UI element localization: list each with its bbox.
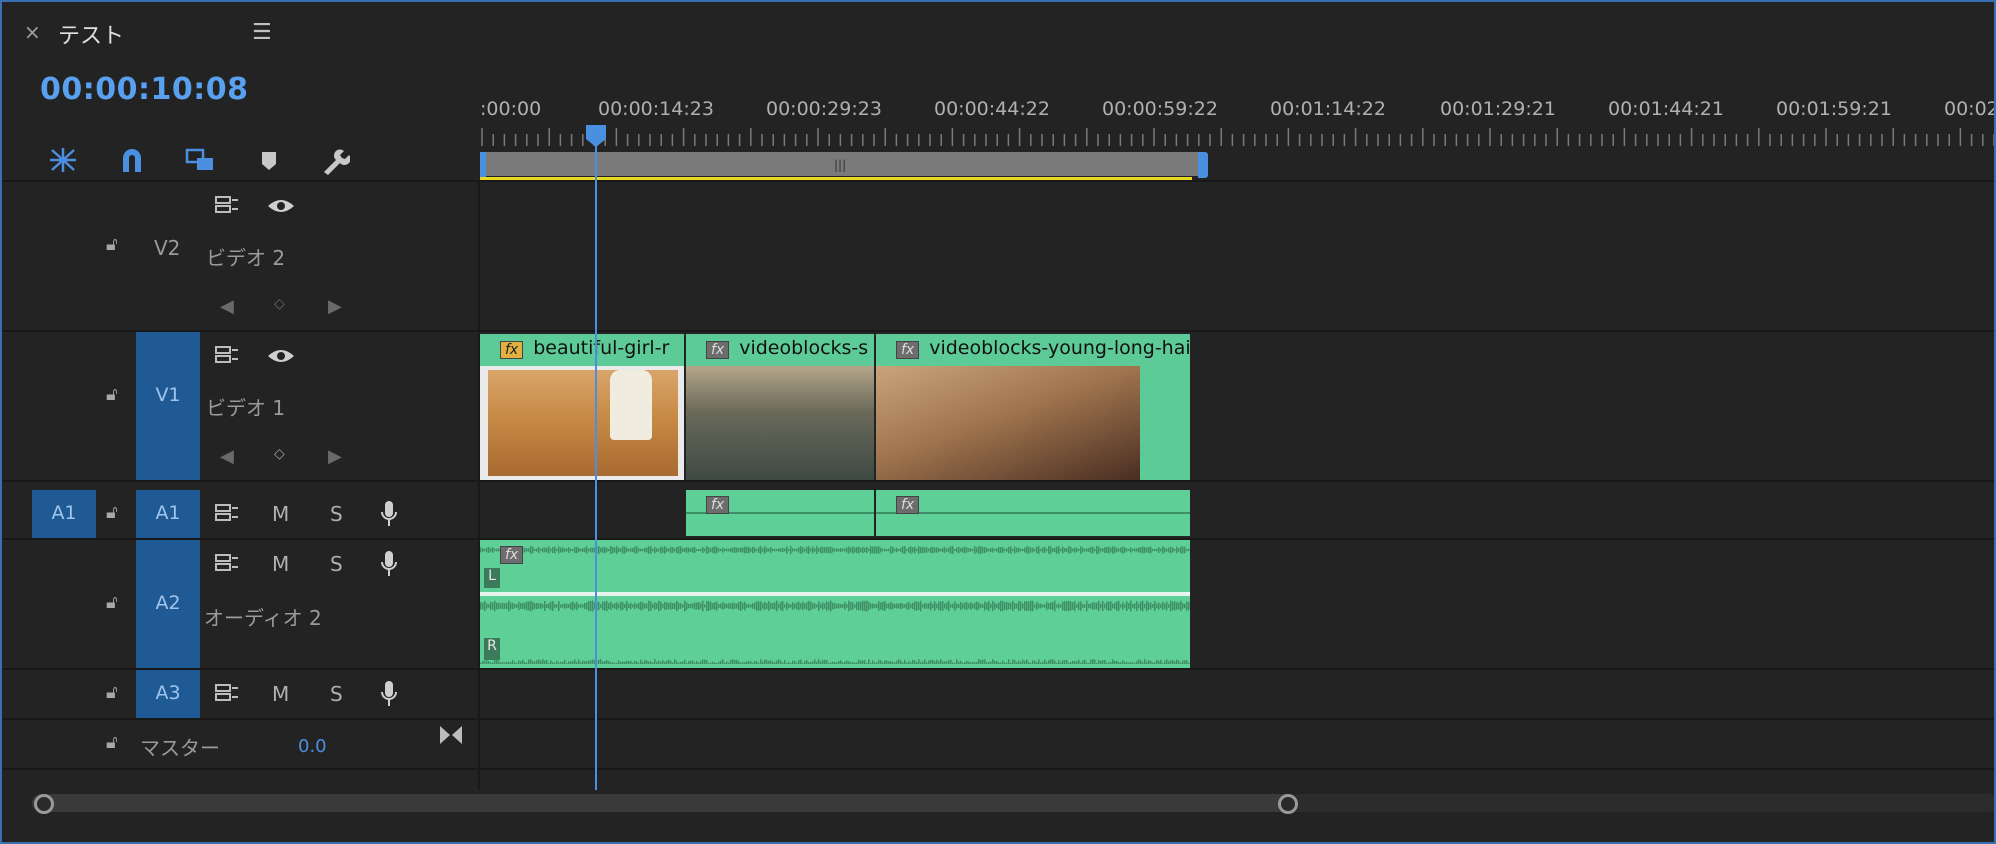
next-keyframe-icon[interactable]: ▶ [328,446,342,467]
clip-label: videoblocks-s [739,337,869,359]
zoom-handle-left[interactable] [34,794,54,814]
timeline-panel: × テスト ☰ 00:00:10:08 :00:00 00:00:14:23 0… [0,0,1996,844]
next-keyframe-icon[interactable]: ▶ [328,296,342,317]
ruler-label: 00:01:44:21 [1608,98,1724,120]
clip-tail [1140,366,1190,480]
audio-clip[interactable]: fx [876,490,1190,536]
timeline-settings-wrench-icon[interactable] [320,146,351,176]
track-name-master: マスター [140,736,220,760]
video-clip[interactable]: fx videoblocks-s [686,334,874,366]
go-to-in-out-icon[interactable] [438,724,464,746]
clip-thumbnail [480,366,684,480]
track-target-a3[interactable]: A3 [136,670,200,718]
solo-button[interactable]: S [330,502,343,526]
panel-menu-icon[interactable]: ☰ [252,20,272,45]
mute-button[interactable]: M [272,502,289,526]
linked-selection-icon[interactable] [184,146,216,174]
voice-over-record-mic-icon[interactable] [380,550,398,578]
toggle-sync-lock-icon[interactable] [214,502,240,524]
sequence-tab-title[interactable]: テスト [58,18,124,50]
ruler-label: 00:01:29:21 [1440,98,1556,120]
ruler-label: 00:00:14:23 [598,98,714,120]
track-divider [2,668,1994,670]
track-id-v2[interactable]: V2 [154,236,180,260]
playhead-handle[interactable] [585,124,607,148]
ruler-label: 00:01:59:21 [1776,98,1892,120]
solo-button[interactable]: S [330,552,343,576]
lock-icon[interactable]: 🔓︎ [106,384,118,405]
add-keyframe-icon[interactable]: ◇ [274,296,285,312]
track-target-v1[interactable]: V1 [136,332,200,480]
track-divider [2,768,1994,770]
track-divider [2,718,1994,720]
track-divider [2,480,1994,482]
clip-label: beautiful-girl-r [533,337,670,359]
track-header-column [2,182,480,790]
add-marker-icon[interactable] [260,150,278,172]
mute-button[interactable]: M [272,552,289,576]
prev-keyframe-icon[interactable]: ◀ [220,446,234,467]
nest-sequence-icon[interactable] [48,146,78,174]
prev-keyframe-icon[interactable]: ◀ [220,296,234,317]
audio-clip-stereo[interactable]: fx L R [480,540,1190,668]
ruler-label: 00:00:44:22 [934,98,1050,120]
zoom-scrollbar-thumb[interactable] [32,794,1294,812]
video-clip[interactable]: fx videoblocks-young-long-hai [876,334,1190,366]
track-name-v1: ビデオ 1 [206,396,286,420]
fx-badge: fx [500,341,524,359]
lock-icon[interactable]: 🔓︎ [106,732,118,753]
left-channel-label: L [484,568,500,588]
waveform [480,546,1190,664]
zoom-handle-right[interactable] [1278,794,1298,814]
fx-badge: fx [896,341,920,359]
track-name-v2: ビデオ 2 [206,246,286,270]
voice-over-record-mic-icon[interactable] [380,500,398,528]
audio-clip[interactable]: fx [686,490,874,536]
ruler-label: :00:00 [480,98,542,120]
ruler-label: 00:00:59:22 [1102,98,1218,120]
work-area-grip[interactable]: ||| [834,158,846,172]
lock-icon[interactable]: 🔓︎ [106,502,118,523]
toggle-output-eye-icon[interactable] [266,196,296,216]
video-clip[interactable]: fx beautiful-girl-r [480,334,684,366]
track-target-a2[interactable]: A2 [136,540,200,668]
fx-badge: fx [706,341,730,359]
toggle-output-eye-icon[interactable] [266,346,296,366]
toggle-sync-lock-icon[interactable] [214,552,240,574]
clip-thumbnail [876,366,1140,480]
timeline-area [480,182,1994,790]
source-patch-a1[interactable]: A1 [32,490,96,538]
lock-icon[interactable]: 🔓︎ [106,234,118,255]
toggle-sync-lock-icon[interactable] [214,344,240,366]
lock-icon[interactable]: 🔓︎ [106,592,118,613]
close-icon[interactable]: × [24,20,41,44]
fx-badge: fx [500,546,524,564]
voice-over-record-mic-icon[interactable] [380,680,398,708]
fx-badge: fx [706,496,730,514]
toggle-sync-lock-icon[interactable] [214,194,240,216]
lock-icon[interactable]: 🔓︎ [106,682,118,703]
track-divider [2,330,1994,332]
ruler-label: 00:01:14:22 [1270,98,1386,120]
fx-badge: fx [896,496,920,514]
clip-label: videoblocks-young-long-hai [929,337,1190,359]
right-channel-label: R [484,638,500,660]
ruler-label: 00:02: [1944,98,1994,120]
master-volume-value[interactable]: 0.0 [298,736,327,757]
time-ruler[interactable] [480,126,1996,148]
ruler-label: 00:00:29:23 [766,98,882,120]
work-area-start-handle[interactable] [480,152,486,178]
clip-thumbnail [686,366,874,480]
track-target-a1[interactable]: A1 [136,490,200,538]
add-keyframe-icon[interactable]: ◇ [274,446,285,462]
work-area-end-handle[interactable] [1198,152,1208,178]
snap-magnet-icon[interactable] [118,146,146,174]
playhead-timecode[interactable]: 00:00:10:08 [40,72,248,107]
playhead-line[interactable] [595,146,597,790]
toggle-sync-lock-icon[interactable] [214,682,240,704]
solo-button[interactable]: S [330,682,343,706]
track-name-a2: オーディオ 2 [204,606,322,630]
mute-button[interactable]: M [272,682,289,706]
